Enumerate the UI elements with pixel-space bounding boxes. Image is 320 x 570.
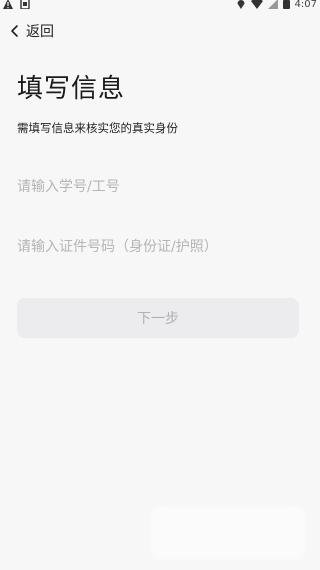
battery-icon bbox=[282, 0, 290, 9]
back-button[interactable]: 返回 bbox=[8, 20, 54, 42]
page-subtitle: 需填写信息来核实您的真实身份 bbox=[17, 121, 178, 135]
warning-icon bbox=[3, 0, 13, 9]
signal-icon bbox=[267, 0, 278, 9]
location-icon bbox=[237, 0, 245, 9]
status-bar: 4:07 bbox=[0, 0, 320, 10]
student-id-input[interactable] bbox=[17, 172, 303, 202]
wifi-icon bbox=[250, 0, 263, 9]
chevron-left-icon bbox=[11, 25, 18, 37]
status-left bbox=[3, 0, 30, 9]
next-step-button[interactable]: 下一步 bbox=[17, 298, 299, 338]
status-time: 4:07 bbox=[294, 0, 317, 10]
page-title: 填写信息 bbox=[17, 74, 126, 104]
id-document-input[interactable] bbox=[17, 232, 303, 262]
notification-icon bbox=[20, 0, 30, 9]
floating-panel bbox=[152, 508, 304, 558]
status-right: 4:07 bbox=[236, 0, 317, 10]
back-label: 返回 bbox=[26, 24, 54, 40]
